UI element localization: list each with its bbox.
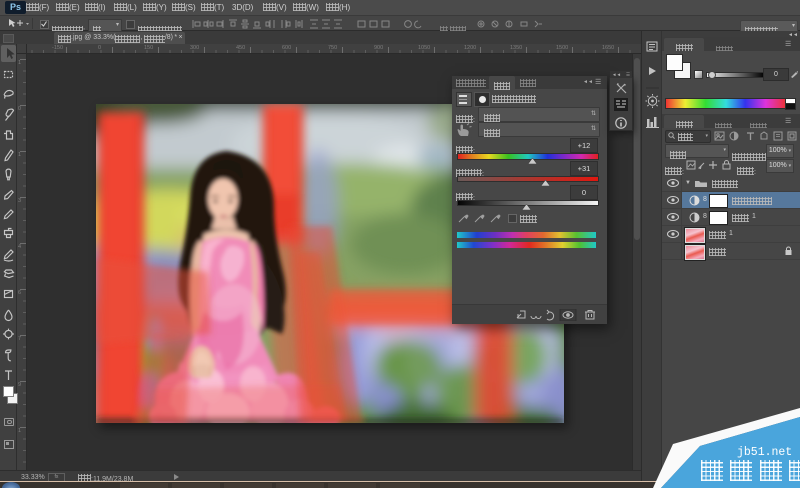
svg-text:jb51.net: jb51.net [737,446,792,459]
